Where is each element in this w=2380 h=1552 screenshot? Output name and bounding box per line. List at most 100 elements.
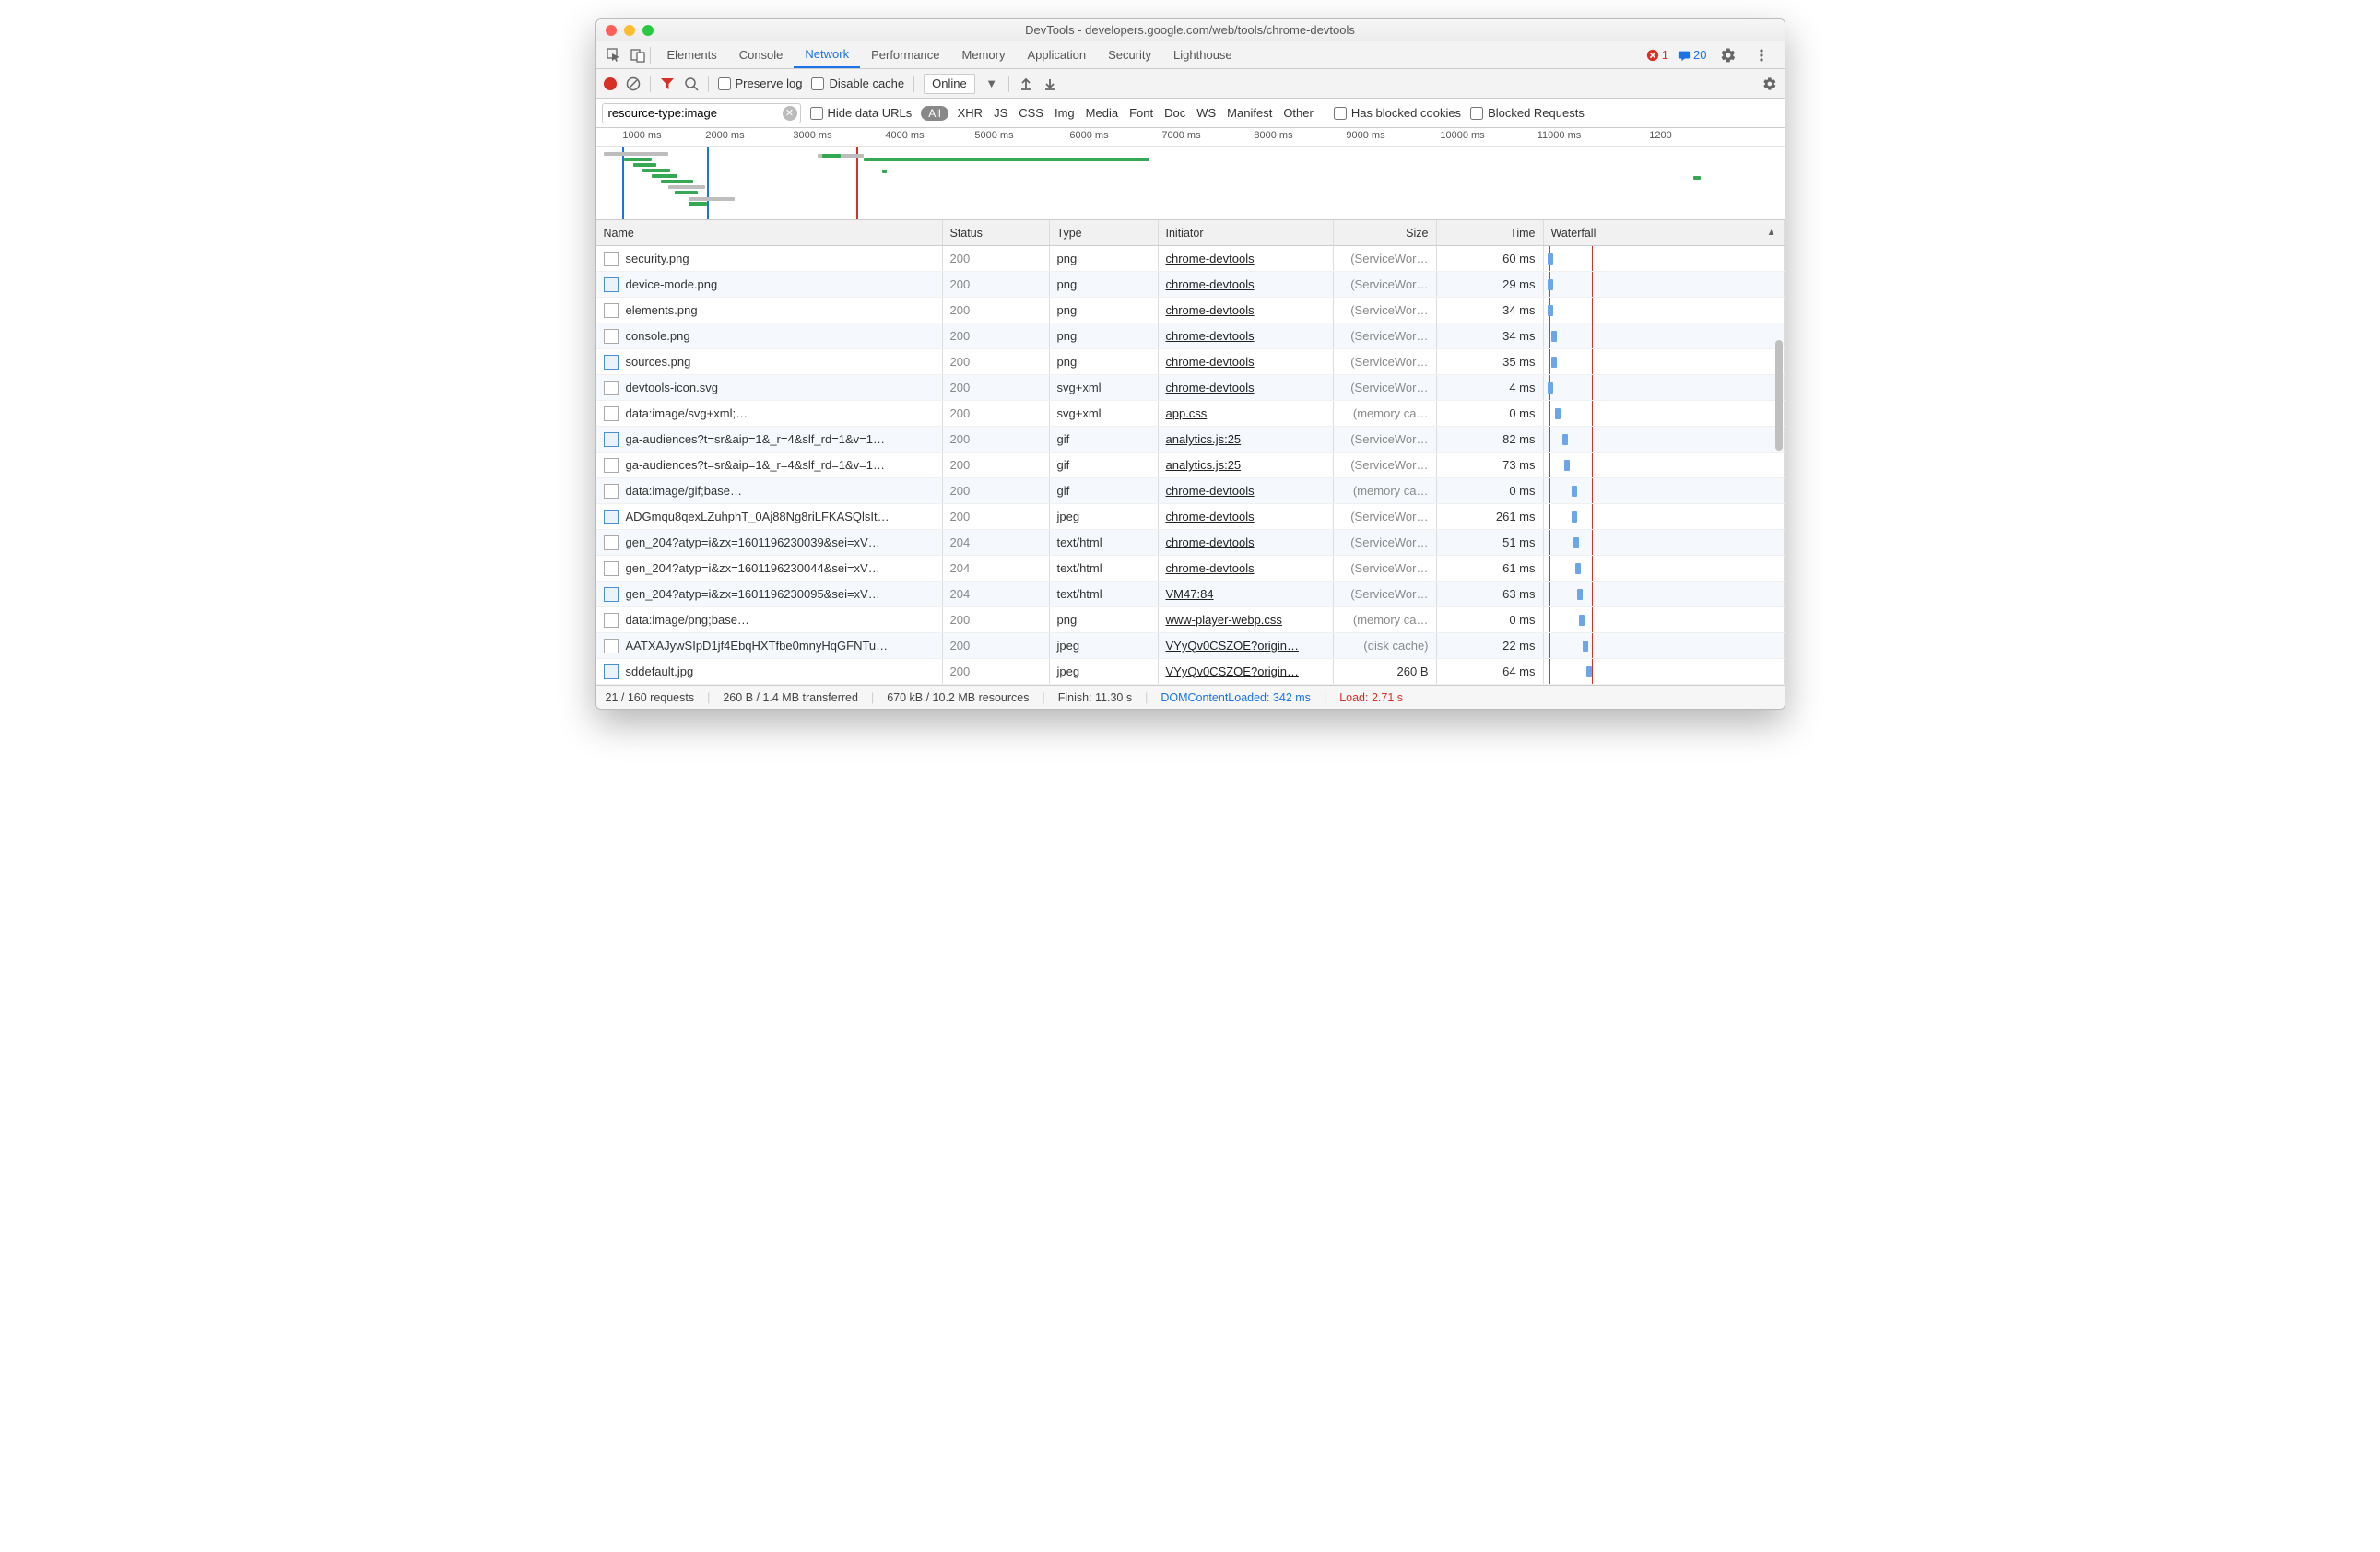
filter-icon[interactable]: [660, 76, 675, 91]
table-row[interactable]: ADGmqu8qexLZuhphT_0Aj88Ng8riLFKASQlsIt…2…: [596, 504, 1785, 530]
request-initiator[interactable]: chrome-devtools: [1166, 381, 1255, 394]
request-initiator[interactable]: app.css: [1166, 406, 1208, 420]
request-initiator[interactable]: analytics.js:25: [1166, 432, 1242, 446]
request-initiator[interactable]: VYyQv0CSZOE?origin…: [1166, 664, 1300, 678]
timeline-overview[interactable]: 1000 ms2000 ms3000 ms4000 ms5000 ms6000 …: [596, 128, 1785, 220]
request-initiator[interactable]: chrome-devtools: [1166, 535, 1255, 549]
has-blocked-cookies-checkbox[interactable]: Has blocked cookies: [1334, 106, 1461, 120]
table-row[interactable]: device-mode.png200pngchrome-devtools(Ser…: [596, 272, 1785, 298]
chevron-down-icon[interactable]: ▼: [984, 76, 999, 91]
table-row[interactable]: sources.png200pngchrome-devtools(Service…: [596, 349, 1785, 375]
column-time[interactable]: Time: [1437, 220, 1544, 245]
disable-cache-label: Disable cache: [829, 76, 904, 90]
tab-network[interactable]: Network: [794, 41, 860, 68]
main-tabbar: ElementsConsoleNetworkPerformanceMemoryA…: [596, 41, 1785, 69]
request-initiator[interactable]: analytics.js:25: [1166, 458, 1242, 472]
request-initiator[interactable]: chrome-devtools: [1166, 277, 1255, 291]
request-initiator[interactable]: chrome-devtools: [1166, 510, 1255, 523]
timeline-bar: [689, 197, 735, 201]
tab-performance[interactable]: Performance: [860, 41, 950, 68]
waterfall-segment: [1579, 615, 1585, 626]
settings-icon[interactable]: [1716, 43, 1740, 67]
filter-type-font[interactable]: Font: [1129, 106, 1153, 120]
table-row[interactable]: AATXAJywSIpD1jf4EbqHXTfbe0mnyHqGFNTu…200…: [596, 633, 1785, 659]
filter-type-manifest[interactable]: Manifest: [1227, 106, 1272, 120]
filter-type-img[interactable]: Img: [1055, 106, 1075, 120]
search-icon[interactable]: [684, 76, 699, 91]
inspect-icon[interactable]: [602, 43, 626, 67]
filter-type-all[interactable]: All: [921, 106, 948, 121]
errors-badge[interactable]: 1: [1646, 48, 1668, 62]
upload-icon[interactable]: [1019, 76, 1033, 91]
table-row[interactable]: ga-audiences?t=sr&aip=1&_r=4&slf_rd=1&v=…: [596, 453, 1785, 478]
tab-application[interactable]: Application: [1016, 41, 1097, 68]
table-row[interactable]: data:image/png;base…200pngwww-player-web…: [596, 607, 1785, 633]
request-status: 200: [943, 323, 1050, 348]
more-icon[interactable]: [1750, 43, 1773, 67]
table-row[interactable]: data:image/svg+xml;…200svg+xmlapp.css(me…: [596, 401, 1785, 427]
table-row[interactable]: console.png200pngchrome-devtools(Service…: [596, 323, 1785, 349]
device-mode-icon[interactable]: [626, 43, 650, 67]
filter-type-doc[interactable]: Doc: [1164, 106, 1185, 120]
clear-icon[interactable]: [626, 76, 641, 91]
timeline-body: [596, 147, 1785, 220]
table-row[interactable]: data:image/gif;base…200gifchrome-devtool…: [596, 478, 1785, 504]
tab-security[interactable]: Security: [1097, 41, 1162, 68]
column-name[interactable]: Name: [596, 220, 943, 245]
column-initiator[interactable]: Initiator: [1159, 220, 1334, 245]
messages-badge[interactable]: 20: [1678, 48, 1706, 62]
request-initiator[interactable]: VYyQv0CSZOE?origin…: [1166, 639, 1300, 653]
tab-console[interactable]: Console: [728, 41, 795, 68]
request-initiator[interactable]: chrome-devtools: [1166, 329, 1255, 343]
record-button[interactable]: [604, 77, 617, 90]
column-type[interactable]: Type: [1050, 220, 1159, 245]
column-status[interactable]: Status: [943, 220, 1050, 245]
column-size[interactable]: Size: [1334, 220, 1437, 245]
request-initiator[interactable]: chrome-devtools: [1166, 561, 1255, 575]
request-initiator[interactable]: chrome-devtools: [1166, 252, 1255, 265]
minimize-button[interactable]: [624, 25, 635, 36]
close-button[interactable]: [606, 25, 617, 36]
preserve-log-checkbox[interactable]: Preserve log: [718, 76, 803, 90]
clear-filter-icon[interactable]: ✕: [783, 106, 797, 121]
tab-memory[interactable]: Memory: [951, 41, 1017, 68]
table-row[interactable]: gen_204?atyp=i&zx=1601196230039&sei=xV…2…: [596, 530, 1785, 556]
status-bar: 21 / 160 requests| 260 B / 1.4 MB transf…: [596, 685, 1785, 709]
hide-data-urls-checkbox[interactable]: Hide data URLs: [810, 106, 913, 120]
filter-type-other[interactable]: Other: [1283, 106, 1314, 120]
table-row[interactable]: devtools-icon.svg200svg+xmlchrome-devtoo…: [596, 375, 1785, 401]
request-initiator[interactable]: VM47:84: [1166, 587, 1214, 601]
table-row[interactable]: elements.png200pngchrome-devtools(Servic…: [596, 298, 1785, 323]
table-row[interactable]: gen_204?atyp=i&zx=1601196230095&sei=xV…2…: [596, 582, 1785, 607]
request-status: 200: [943, 453, 1050, 477]
has-blocked-label: Has blocked cookies: [1351, 106, 1461, 120]
blocked-requests-checkbox[interactable]: Blocked Requests: [1470, 106, 1585, 120]
download-icon[interactable]: [1043, 76, 1057, 91]
request-initiator[interactable]: chrome-devtools: [1166, 355, 1255, 369]
maximize-button[interactable]: [642, 25, 654, 36]
request-waterfall: [1544, 298, 1785, 323]
filter-type-media[interactable]: Media: [1086, 106, 1118, 120]
request-initiator[interactable]: chrome-devtools: [1166, 484, 1255, 498]
tab-elements[interactable]: Elements: [656, 41, 728, 68]
table-row[interactable]: ga-audiences?t=sr&aip=1&_r=4&slf_rd=1&v=…: [596, 427, 1785, 453]
disable-cache-checkbox[interactable]: Disable cache: [811, 76, 904, 90]
request-initiator[interactable]: www-player-webp.css: [1166, 613, 1282, 627]
table-row[interactable]: gen_204?atyp=i&zx=1601196230044&sei=xV…2…: [596, 556, 1785, 582]
request-initiator[interactable]: chrome-devtools: [1166, 303, 1255, 317]
tab-lighthouse[interactable]: Lighthouse: [1162, 41, 1243, 68]
request-time: 0 ms: [1437, 401, 1544, 426]
load-line: [856, 147, 858, 220]
table-row[interactable]: sddefault.jpg200jpegVYyQv0CSZOE?origin…2…: [596, 659, 1785, 685]
scrollbar-thumb[interactable]: [1775, 340, 1783, 451]
filter-type-js[interactable]: JS: [994, 106, 1007, 120]
filter-type-css[interactable]: CSS: [1019, 106, 1043, 120]
filter-type-xhr[interactable]: XHR: [958, 106, 983, 120]
table-row[interactable]: security.png200pngchrome-devtools(Servic…: [596, 246, 1785, 272]
timeline-bar: [1693, 176, 1701, 180]
throttling-select[interactable]: Online: [924, 74, 975, 94]
column-waterfall[interactable]: Waterfall ▲: [1544, 220, 1785, 245]
settings-gear-icon[interactable]: [1762, 76, 1777, 91]
filter-type-ws[interactable]: WS: [1196, 106, 1216, 120]
filter-input[interactable]: [602, 103, 801, 123]
